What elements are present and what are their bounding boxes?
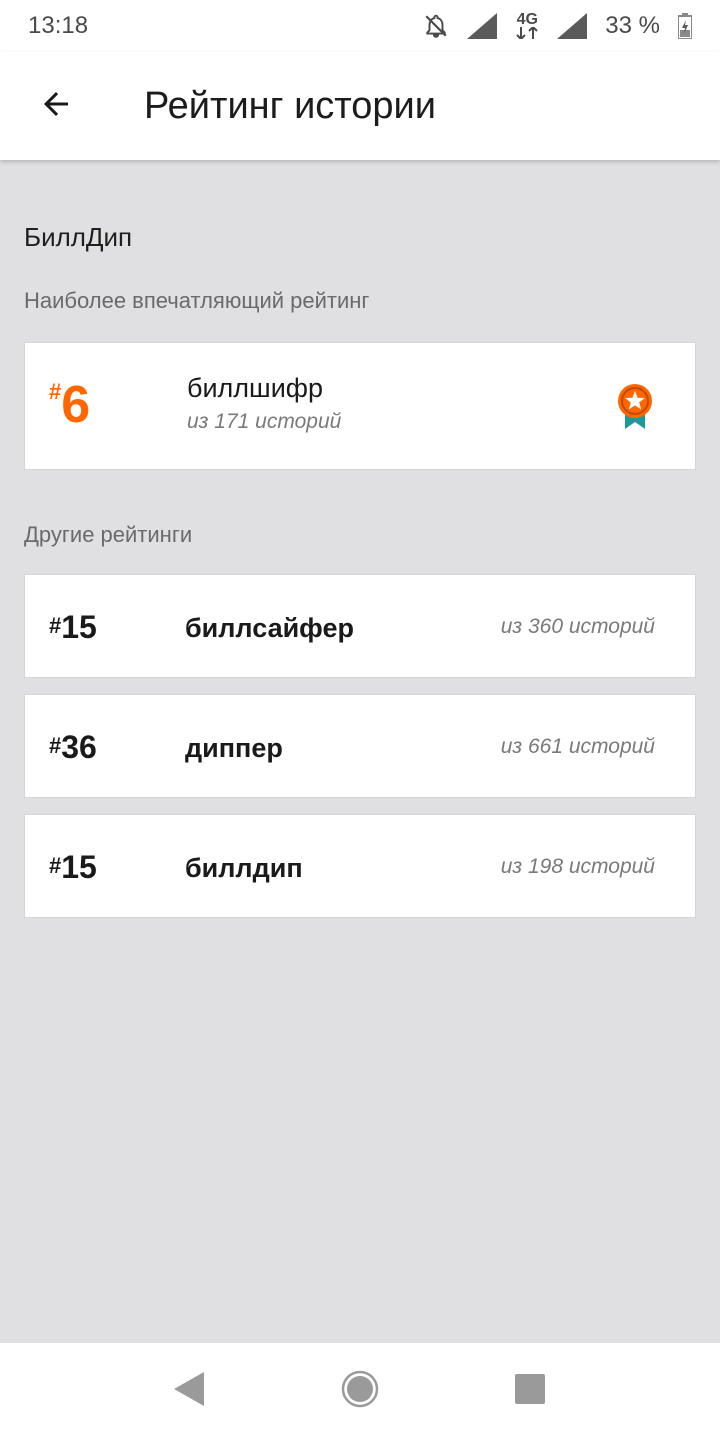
arrow-back-icon: [38, 86, 74, 127]
rank: #15: [49, 849, 97, 886]
status-time: 13:18: [28, 12, 89, 39]
tag-story-count: из 171 историй: [187, 410, 342, 433]
signal-icon: [467, 13, 498, 39]
ratings-content: БиллДип Наиболее впечатляющий рейтинг #6…: [0, 160, 720, 1343]
rating-card[interactable]: #36 диппер из 661 историй: [24, 694, 696, 798]
tag-name: биллшифр: [187, 373, 324, 403]
profile-name: БиллДип: [24, 222, 133, 252]
rank: #15: [49, 609, 97, 646]
rating-card[interactable]: #15 биллсайфер из 360 историй: [24, 574, 696, 678]
status-icons: 4G 33 %: [423, 12, 692, 40]
best-rating-card[interactable]: #6 биллшифр из 171 историй: [24, 342, 696, 470]
notifications-off-icon: [423, 13, 449, 39]
rank-hash: #: [49, 379, 62, 404]
rank-hash: #: [49, 613, 62, 638]
rank: #36: [49, 729, 97, 766]
nav-recents-button[interactable]: [510, 1372, 550, 1412]
tag-name: биллдип: [185, 853, 303, 883]
battery-icon: [678, 13, 692, 39]
nav-home-icon: [341, 1370, 379, 1413]
nav-back-button[interactable]: [170, 1372, 210, 1412]
rank-number: 15: [61, 849, 97, 885]
tag-story-count: из 661 историй: [500, 735, 655, 758]
battery-percent: 33 %: [605, 12, 660, 39]
network-4g-icon: 4G: [515, 11, 539, 39]
rank-hash: #: [49, 733, 62, 758]
tag-story-count: из 198 историй: [500, 855, 655, 878]
other-section-label: Другие рейтинги: [24, 522, 193, 547]
tag-story-count: из 360 историй: [500, 615, 655, 638]
rank-number: 36: [61, 729, 97, 765]
signal-icon: [557, 13, 588, 39]
page-title: Рейтинг истории: [144, 84, 436, 127]
rating-card[interactable]: #15 биллдип из 198 историй: [24, 814, 696, 918]
rank-hash: #: [49, 853, 62, 878]
network-label: 4G: [516, 11, 538, 28]
tag-name: диппер: [185, 733, 283, 763]
nav-recents-icon: [514, 1373, 546, 1410]
tag-name: биллсайфер: [185, 613, 354, 643]
best-info: биллшифр из 171 историй: [187, 373, 341, 434]
best-section-label: Наиболее впечатляющий рейтинг: [24, 288, 370, 313]
best-rank: #6: [49, 375, 90, 435]
rank-number: 6: [61, 376, 91, 434]
status-bar: 13:18 4G 33 %: [0, 0, 720, 52]
rank-number: 15: [61, 609, 97, 645]
system-nav-bar: [0, 1343, 720, 1440]
ribbon-star-icon: [615, 383, 655, 436]
nav-back-icon: [174, 1372, 206, 1411]
app-bar: Рейтинг истории: [0, 52, 720, 160]
back-button[interactable]: [24, 74, 88, 138]
nav-home-button[interactable]: [340, 1370, 380, 1413]
